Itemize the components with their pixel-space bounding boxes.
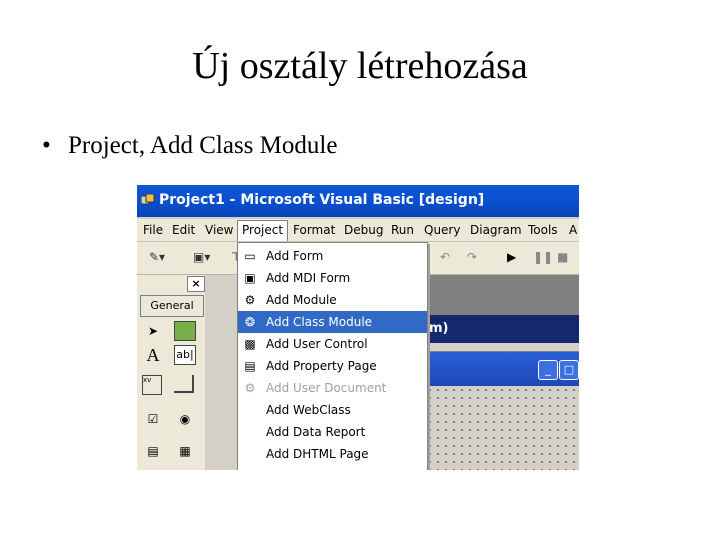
end-icon[interactable]: ■ [557,250,568,264]
menu-item-add-mdi-form[interactable]: ▣ Add MDI Form [238,267,427,289]
add-form-icon[interactable]: ▣▾ [193,250,210,264]
menu-project[interactable]: Project [237,220,289,241]
textbox-tool-icon[interactable]: ab| [174,345,196,365]
vb-screenshot: Project1 - Microsoft Visual Basic [desig… [137,185,579,470]
pointer-tool-icon[interactable]: ➤ [142,321,164,341]
toolbox-panel: × General ➤ A ab| xv ☑ ◉ ▤ ▦ [137,275,205,470]
menu-tools[interactable]: Tools [528,223,558,237]
listbox-tool-icon[interactable]: ▦ [174,441,196,461]
menu-format[interactable]: Format [293,223,335,237]
commandbutton-tool-icon[interactable] [174,375,194,393]
form-window-caption: m) [426,315,579,343]
bullet-item: • Project, Add Class Module [42,132,337,160]
form-design-grid[interactable] [426,386,579,470]
menu-view[interactable]: View [205,223,233,237]
menu-item-add-form[interactable]: ▭ Add Form [238,245,427,267]
menu-item-add-module[interactable]: ⚙ Add Module [238,289,427,311]
start-icon[interactable]: ▶ [507,250,516,264]
menu-item-add-dhtml-page[interactable]: Add DHTML Page [238,443,427,465]
slide-title: Új osztály létrehozása [192,45,528,87]
menu-item-add-class-module[interactable]: ❂ Add Class Module [238,311,427,333]
label-tool-icon[interactable]: A [142,345,164,365]
menu-item-add-property-page[interactable]: ▤ Add Property Page [238,355,427,377]
form-designer-area: m) _ □ [426,275,579,470]
window-titlebar: Project1 - Microsoft Visual Basic [desig… [137,185,579,217]
menu-item-add-user-document[interactable]: ⚙ Add User Document [238,377,427,399]
menubar: File Edit View Project Format Debug Run … [137,219,579,242]
vb-app-icon [141,194,155,205]
menu-add-ins[interactable]: A [569,223,577,237]
form-sub-bar [426,343,579,351]
bullet-dot: • [42,132,51,159]
maximize-icon[interactable]: □ [559,360,579,380]
menu-edit[interactable]: Edit [172,223,195,237]
close-icon[interactable]: × [187,276,205,292]
window-title: Project1 - Microsoft Visual Basic [desig… [159,192,485,208]
picturebox-tool-icon[interactable] [174,321,196,341]
form-icon: ▭ [244,249,256,263]
mdi-form-icon: ▣ [244,271,256,285]
menu-file[interactable]: File [143,223,163,237]
minimize-icon[interactable]: _ [538,360,558,380]
undo-icon[interactable]: ↶ [440,250,450,264]
class-module-icon: ❂ [244,315,256,329]
property-page-icon: ▤ [244,359,256,373]
optionbutton-tool-icon[interactable]: ◉ [174,409,196,429]
break-icon[interactable]: ❚❚ [533,250,553,264]
checkbox-tool-icon[interactable]: ☑ [142,409,164,429]
user-document-icon: ⚙ [244,381,256,395]
user-control-icon: ▩ [244,337,256,351]
frame-tool-icon[interactable]: xv [142,375,162,395]
toolbox-tab-general[interactable]: General [140,295,204,317]
menu-diagram[interactable]: Diagram [470,223,522,237]
project-menu-dropdown: ▭ Add Form ▣ Add MDI Form ⚙ Add Module ❂… [237,242,428,470]
menu-item-add-user-control[interactable]: ▩ Add User Control [238,333,427,355]
form-titlebar: _ □ [426,352,579,386]
menu-item-add-webclass[interactable]: Add WebClass [238,399,427,421]
bullet-text: Project, Add Class Module [68,132,338,159]
menu-query[interactable]: Query [424,223,460,237]
menu-item-add-data-report[interactable]: Add Data Report [238,421,427,443]
menu-debug[interactable]: Debug [344,223,383,237]
form-caption-text: m) [429,321,449,336]
redo-icon[interactable]: ↷ [467,250,477,264]
combobox-tool-icon[interactable]: ▤ [142,441,164,461]
add-project-icon[interactable]: ✎▾ [149,250,165,264]
module-icon: ⚙ [244,293,256,307]
menu-run[interactable]: Run [391,223,414,237]
